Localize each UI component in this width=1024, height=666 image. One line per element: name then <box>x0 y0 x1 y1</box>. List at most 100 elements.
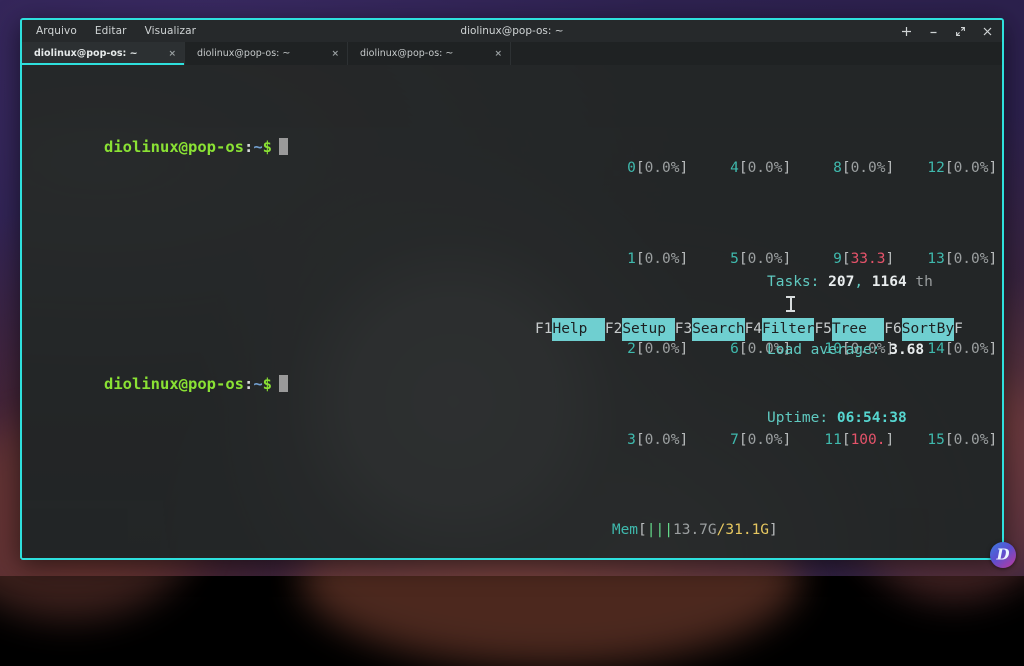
prompt-user-host: diolinux@pop-os <box>104 375 244 393</box>
cpu-value: 0.0% <box>645 251 680 267</box>
cpu-value: 0.0% <box>954 160 989 176</box>
uptime-row: Uptime: 06:54:38 <box>767 407 933 430</box>
cpu-gauge-12: 12[0.0%] <box>921 157 1002 180</box>
fkey-tree-button[interactable]: Tree <box>832 318 884 341</box>
fkey-f7-number-truncated: F <box>954 318 963 341</box>
cpu-value: 0.0% <box>954 251 989 267</box>
menu-item-visualizar[interactable]: Visualizar <box>145 25 197 37</box>
prompt-path: ~ <box>253 138 262 156</box>
cpu-gauge-8: 8[0.0%] <box>818 157 921 180</box>
fkey-help-button[interactable]: Help <box>552 318 604 341</box>
menu-bar: Arquivo Editar Visualizar <box>22 25 196 37</box>
cpu-index: 5 <box>715 248 739 271</box>
new-tab-button[interactable] <box>899 24 913 38</box>
cpu-value: 0.0% <box>748 160 783 176</box>
cpu-value: 0.0% <box>645 160 680 176</box>
tasks-separator: , <box>854 274 871 290</box>
fkey-f6-number: F6 <box>884 318 901 341</box>
cpu-index: 12 <box>921 157 945 180</box>
window-titlebar: Arquivo Editar Visualizar diolinux@pop-o… <box>22 20 1002 42</box>
cpu-index: 1 <box>612 248 636 271</box>
uptime-value: 06:54:38 <box>837 410 907 426</box>
prompt-sigil: $ <box>263 375 272 393</box>
memory-total: 31.1G <box>725 522 769 538</box>
cpu-value: 0.0% <box>851 160 886 176</box>
terminal-content[interactable]: diolinux@pop-os:~$ diolinux@pop-os:~$ 0[… <box>22 65 1002 560</box>
tasks-label: Tasks: <box>767 274 828 290</box>
tab-bar-empty-area <box>511 42 1002 65</box>
tasks-row: Tasks: 207, 1164 th <box>767 271 933 294</box>
close-button[interactable] <box>980 24 994 38</box>
cpu-gauge-1: 1[0.0%] <box>612 248 715 271</box>
cpu-gauge-3: 3[0.0%] <box>612 429 715 452</box>
cpu-index: 6 <box>715 338 739 361</box>
minimize-button[interactable] <box>926 24 940 38</box>
cpu-index: 0 <box>612 157 636 180</box>
cpu-gauge-15: 15[0.0%] <box>921 429 1002 452</box>
threads-label: th <box>907 274 933 290</box>
cpu-index: 3 <box>612 429 636 452</box>
tab-1[interactable]: diolinux@pop-os: ~ × <box>22 42 185 65</box>
fkey-search-button[interactable]: Search <box>692 318 744 341</box>
tab-bar: diolinux@pop-os: ~ × diolinux@pop-os: ~ … <box>22 42 1002 65</box>
memory-gauge: Mem[|||13.7G/31.1G] <box>542 496 1002 519</box>
tab-3-close-icon[interactable]: × <box>492 49 504 59</box>
fkey-filter-button[interactable]: Filter <box>762 318 814 341</box>
prompt-path: ~ <box>253 375 262 393</box>
memory-label: Mem <box>612 522 638 538</box>
terminal-cursor <box>279 138 288 155</box>
cpu-gauge-14: 14[0.0%] <box>921 338 1002 361</box>
shell-prompt-line-1: diolinux@pop-os:~$ <box>48 117 288 177</box>
load-average-value: 3.68 <box>889 342 924 358</box>
tab-3[interactable]: diolinux@pop-os: ~ × <box>348 42 511 65</box>
tab-1-label: diolinux@pop-os: ~ <box>34 48 166 59</box>
fkey-f2-number: F2 <box>605 318 622 341</box>
cpu-value: 0.0% <box>645 341 680 357</box>
threads-count: 1164 <box>872 274 907 290</box>
memory-used: 13.7G <box>673 522 717 538</box>
cpu-gauge-2: 2[0.0%] <box>612 338 715 361</box>
cpu-index: 7 <box>715 429 739 452</box>
prompt-colon: : <box>244 375 253 393</box>
fkey-f1-number: F1 <box>535 318 552 341</box>
cpu-gauge-4: 4[0.0%] <box>715 157 818 180</box>
cpu-gauge-0: 0[0.0%] <box>612 157 715 180</box>
prompt-user-host: diolinux@pop-os <box>104 138 244 156</box>
fkey-sortby-button[interactable]: SortBy <box>902 318 954 341</box>
terminal-cursor <box>279 375 288 392</box>
tasks-count: 207 <box>828 274 854 290</box>
fkey-f4-number: F4 <box>745 318 762 341</box>
shell-prompt-line-2: diolinux@pop-os:~$ <box>48 354 288 414</box>
menu-item-arquivo[interactable]: Arquivo <box>36 25 77 37</box>
load-average-row: Load average: 3.68 <box>767 339 933 362</box>
prompt-sigil: $ <box>263 138 272 156</box>
memory-bar: ||| <box>647 522 673 538</box>
cpu-index: 4 <box>715 157 739 180</box>
tab-2-label: diolinux@pop-os: ~ <box>197 48 329 59</box>
cpu-value: 0.0% <box>954 432 989 448</box>
tab-2-close-icon[interactable]: × <box>329 49 341 59</box>
fkey-setup-button[interactable]: Setup <box>622 318 674 341</box>
cpu-index: 2 <box>612 338 636 361</box>
diolinux-logo-letter: D <box>996 547 1009 562</box>
tab-3-label: diolinux@pop-os: ~ <box>360 48 492 59</box>
menu-item-editar[interactable]: Editar <box>95 25 127 37</box>
cpu-gauge-13: 13[0.0%] <box>921 248 1002 271</box>
diolinux-logo-badge: D <box>990 542 1016 568</box>
window-controls <box>899 20 994 42</box>
htop-stats: Tasks: 207, 1164 th Load average: 3.68 U… <box>767 226 933 475</box>
cpu-value: 0.0% <box>645 432 680 448</box>
cpu-index: 8 <box>818 157 842 180</box>
maximize-button[interactable] <box>953 24 967 38</box>
htop-function-key-bar: F1Help F2Setup F3SearchF4FilterF5Tree F6… <box>535 318 963 341</box>
cpu-row: 0[0.0%]4[0.0%]8[0.0%]12[0.0%] <box>542 135 1002 158</box>
fkey-f5-number: F5 <box>814 318 831 341</box>
uptime-label: Uptime: <box>767 410 837 426</box>
tab-1-close-icon[interactable]: × <box>166 49 178 59</box>
cpu-value: 0.0% <box>954 341 989 357</box>
prompt-colon: : <box>244 138 253 156</box>
tab-2[interactable]: diolinux@pop-os: ~ × <box>185 42 348 65</box>
terminal-window: Arquivo Editar Visualizar diolinux@pop-o… <box>20 18 1004 560</box>
load-average-label: Load average: <box>767 342 889 358</box>
fkey-f3-number: F3 <box>675 318 692 341</box>
